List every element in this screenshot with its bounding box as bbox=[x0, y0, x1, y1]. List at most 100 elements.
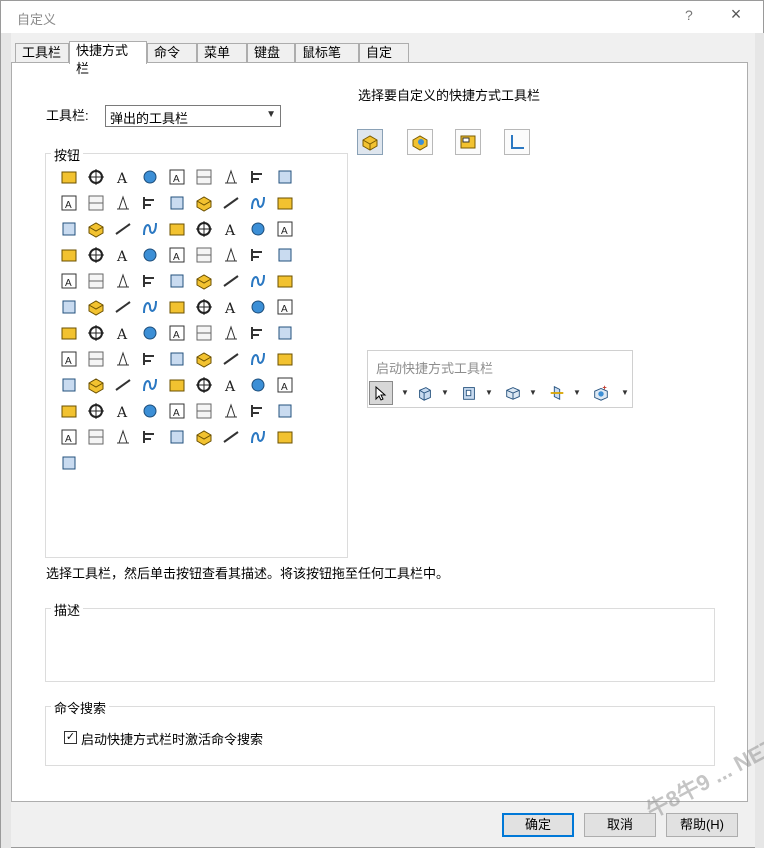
command-button-icon[interactable]: A bbox=[221, 375, 241, 395]
command-button-icon[interactable]: A bbox=[167, 323, 187, 343]
tab-toolbars[interactable]: 工具栏 bbox=[15, 43, 69, 63]
command-button-icon[interactable] bbox=[140, 271, 160, 291]
command-button-icon[interactable] bbox=[86, 219, 106, 239]
activate-command-search-label[interactable]: 启动快捷方式栏时激活命令搜索 bbox=[81, 729, 263, 748]
command-button-icon[interactable] bbox=[194, 219, 214, 239]
command-button-icon[interactable] bbox=[194, 271, 214, 291]
command-button-icon[interactable] bbox=[59, 297, 79, 317]
shortcut-bar-drawing-icon[interactable] bbox=[455, 129, 481, 155]
command-button-icon[interactable] bbox=[275, 193, 295, 213]
command-button-icon[interactable] bbox=[140, 349, 160, 369]
command-button-icon[interactable] bbox=[194, 349, 214, 369]
command-button-icon[interactable] bbox=[248, 427, 268, 447]
command-button-icon[interactable] bbox=[140, 245, 160, 265]
tab-commands[interactable]: 命令 bbox=[147, 43, 197, 63]
chevron-down-icon[interactable]: ▼ bbox=[621, 381, 629, 405]
command-button-icon[interactable]: A bbox=[113, 401, 133, 421]
command-button-icon[interactable] bbox=[194, 323, 214, 343]
command-button-icon[interactable]: A bbox=[221, 297, 241, 317]
command-button-icon[interactable] bbox=[221, 427, 241, 447]
command-button-icon[interactable] bbox=[59, 219, 79, 239]
command-button-icon[interactable] bbox=[248, 401, 268, 421]
chevron-down-icon[interactable]: ▼ bbox=[401, 381, 409, 405]
command-button-icon[interactable]: A bbox=[167, 245, 187, 265]
command-button-icon[interactable]: A bbox=[113, 167, 133, 187]
command-button-icon[interactable]: A bbox=[275, 375, 295, 395]
command-button-icon[interactable] bbox=[59, 375, 79, 395]
tab-mouse-gestures[interactable]: 鼠标笔势 bbox=[295, 43, 359, 78]
command-button-icon[interactable] bbox=[221, 349, 241, 369]
command-button-icon[interactable] bbox=[221, 323, 241, 343]
command-button-icon[interactable] bbox=[86, 167, 106, 187]
command-button-icon[interactable]: A bbox=[113, 323, 133, 343]
command-button-icon[interactable]: A bbox=[275, 219, 295, 239]
command-button-icon[interactable] bbox=[86, 323, 106, 343]
shortcut-bar-part-icon[interactable] bbox=[357, 129, 383, 155]
command-button-icon[interactable] bbox=[221, 271, 241, 291]
command-button-icon[interactable] bbox=[194, 193, 214, 213]
command-button-icon[interactable]: A bbox=[275, 297, 295, 317]
command-button-icon[interactable] bbox=[275, 427, 295, 447]
command-button-icon[interactable] bbox=[86, 297, 106, 317]
reference-plane-icon[interactable] bbox=[545, 381, 569, 405]
command-button-icon[interactable] bbox=[194, 245, 214, 265]
command-button-icon[interactable] bbox=[86, 349, 106, 369]
command-button-icon[interactable] bbox=[275, 271, 295, 291]
command-button-icon[interactable] bbox=[59, 245, 79, 265]
command-button-icon[interactable] bbox=[221, 401, 241, 421]
command-button-icon[interactable] bbox=[248, 245, 268, 265]
command-button-icon[interactable]: A bbox=[221, 219, 241, 239]
command-button-icon[interactable] bbox=[59, 401, 79, 421]
command-button-icon[interactable] bbox=[140, 193, 160, 213]
command-button-icon[interactable] bbox=[221, 245, 241, 265]
command-button-icon[interactable] bbox=[113, 193, 133, 213]
command-button-icon[interactable] bbox=[221, 167, 241, 187]
command-button-icon[interactable] bbox=[248, 193, 268, 213]
command-button-icon[interactable] bbox=[86, 193, 106, 213]
command-button-icon[interactable] bbox=[194, 401, 214, 421]
command-button-icon[interactable]: A bbox=[59, 271, 79, 291]
smart-mates-icon[interactable] bbox=[589, 381, 613, 405]
chevron-down-icon[interactable]: ▼ bbox=[485, 381, 493, 405]
command-button-icon[interactable] bbox=[167, 375, 187, 395]
command-button-icon[interactable] bbox=[248, 219, 268, 239]
tab-keyboard[interactable]: 键盘 bbox=[247, 43, 295, 63]
command-button-icon[interactable] bbox=[167, 219, 187, 239]
command-button-icon[interactable] bbox=[140, 167, 160, 187]
command-button-icon[interactable] bbox=[113, 375, 133, 395]
command-button-icon[interactable] bbox=[113, 427, 133, 447]
command-button-icon[interactable] bbox=[275, 167, 295, 187]
chevron-down-icon[interactable]: ▼ bbox=[529, 381, 537, 405]
command-button-icon[interactable] bbox=[275, 349, 295, 369]
command-button-icon[interactable] bbox=[113, 219, 133, 239]
command-button-icon[interactable] bbox=[275, 401, 295, 421]
command-button-icon[interactable] bbox=[167, 297, 187, 317]
extrude-icon[interactable] bbox=[413, 381, 437, 405]
command-button-icon[interactable] bbox=[140, 427, 160, 447]
command-button-icon[interactable] bbox=[248, 167, 268, 187]
command-button-icon[interactable] bbox=[167, 271, 187, 291]
tab-menus[interactable]: 菜单 bbox=[197, 43, 247, 63]
command-button-icon[interactable] bbox=[248, 375, 268, 395]
command-button-icon[interactable] bbox=[275, 323, 295, 343]
command-button-icon[interactable] bbox=[275, 245, 295, 265]
command-button-icon[interactable]: A bbox=[167, 401, 187, 421]
command-button-icon[interactable]: A bbox=[113, 245, 133, 265]
tab-shortcut-bars[interactable]: 快捷方式栏 bbox=[69, 41, 147, 76]
command-button-icon[interactable] bbox=[86, 427, 106, 447]
command-button-icon[interactable] bbox=[113, 297, 133, 317]
command-button-icon[interactable]: A bbox=[59, 193, 79, 213]
command-button-icon[interactable]: A bbox=[59, 349, 79, 369]
toolbar-select[interactable]: 弹出的工具栏 ▼ bbox=[105, 105, 281, 127]
command-button-icon[interactable] bbox=[221, 193, 241, 213]
shortcut-bar-sketch-icon[interactable] bbox=[504, 129, 530, 155]
command-button-icon[interactable] bbox=[59, 323, 79, 343]
cut-extrude-icon[interactable] bbox=[457, 381, 481, 405]
command-button-icon[interactable] bbox=[248, 349, 268, 369]
help-button[interactable]: 帮助(H) bbox=[666, 813, 738, 837]
command-button-icon[interactable] bbox=[194, 167, 214, 187]
ok-button[interactable]: 确定 bbox=[502, 813, 574, 837]
help-icon[interactable]: ? bbox=[685, 7, 693, 23]
command-button-icon[interactable] bbox=[140, 323, 160, 343]
command-button-icon[interactable]: A bbox=[167, 167, 187, 187]
